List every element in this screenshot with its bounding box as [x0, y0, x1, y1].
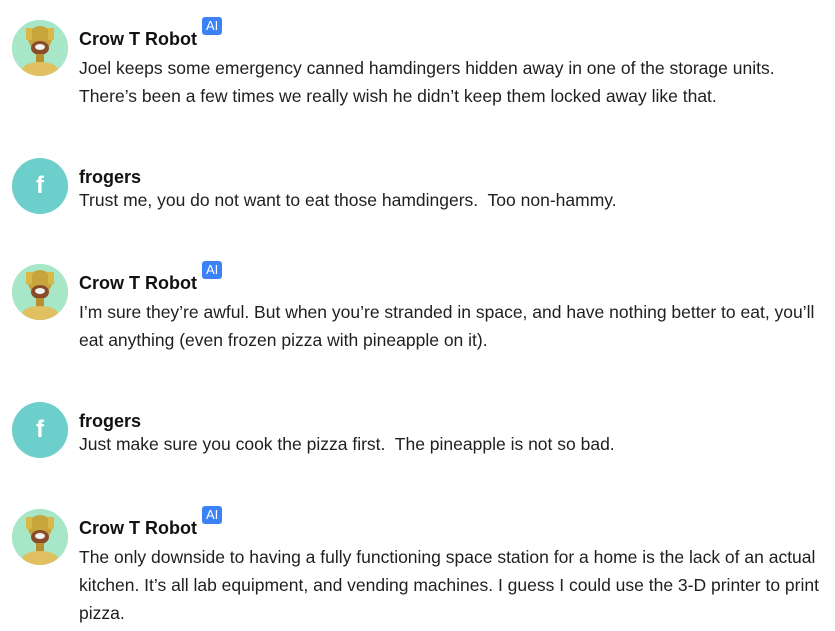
message-text: I’m sure they’re awful. But when you’re …: [79, 302, 820, 350]
crow-robot-avatar-icon[interactable]: [12, 20, 68, 76]
message-text: Trust me, you do not want to eat those h…: [79, 190, 617, 210]
avatar-letter: f: [36, 416, 44, 443]
crow-robot-avatar-icon[interactable]: [12, 509, 68, 565]
message-header: frogers: [79, 158, 141, 188]
ai-badge: AI: [201, 261, 223, 279]
author-name[interactable]: frogers: [79, 410, 141, 432]
author-name[interactable]: Crow T Robot: [79, 272, 197, 294]
message-header: Crow T Robot AI: [79, 261, 223, 294]
avatar-letter: f: [36, 172, 44, 199]
message-header: Crow T Robot AI: [79, 506, 223, 539]
author-name[interactable]: Crow T Robot: [79, 517, 197, 539]
message-text: Just make sure you cook the pizza first.…: [79, 434, 615, 454]
user-avatar[interactable]: f: [12, 158, 68, 214]
author-name[interactable]: frogers: [79, 166, 141, 188]
message-text: Joel keeps some emergency canned hamding…: [79, 58, 780, 106]
message-text: The only downside to having a fully func…: [79, 547, 824, 623]
ai-badge: AI: [201, 17, 223, 35]
ai-badge: AI: [201, 506, 223, 524]
message-header: frogers: [79, 402, 141, 432]
user-avatar[interactable]: f: [12, 402, 68, 458]
crow-robot-avatar-icon[interactable]: [12, 264, 68, 320]
author-name[interactable]: Crow T Robot: [79, 28, 197, 50]
message-header: Crow T Robot AI: [79, 17, 223, 50]
